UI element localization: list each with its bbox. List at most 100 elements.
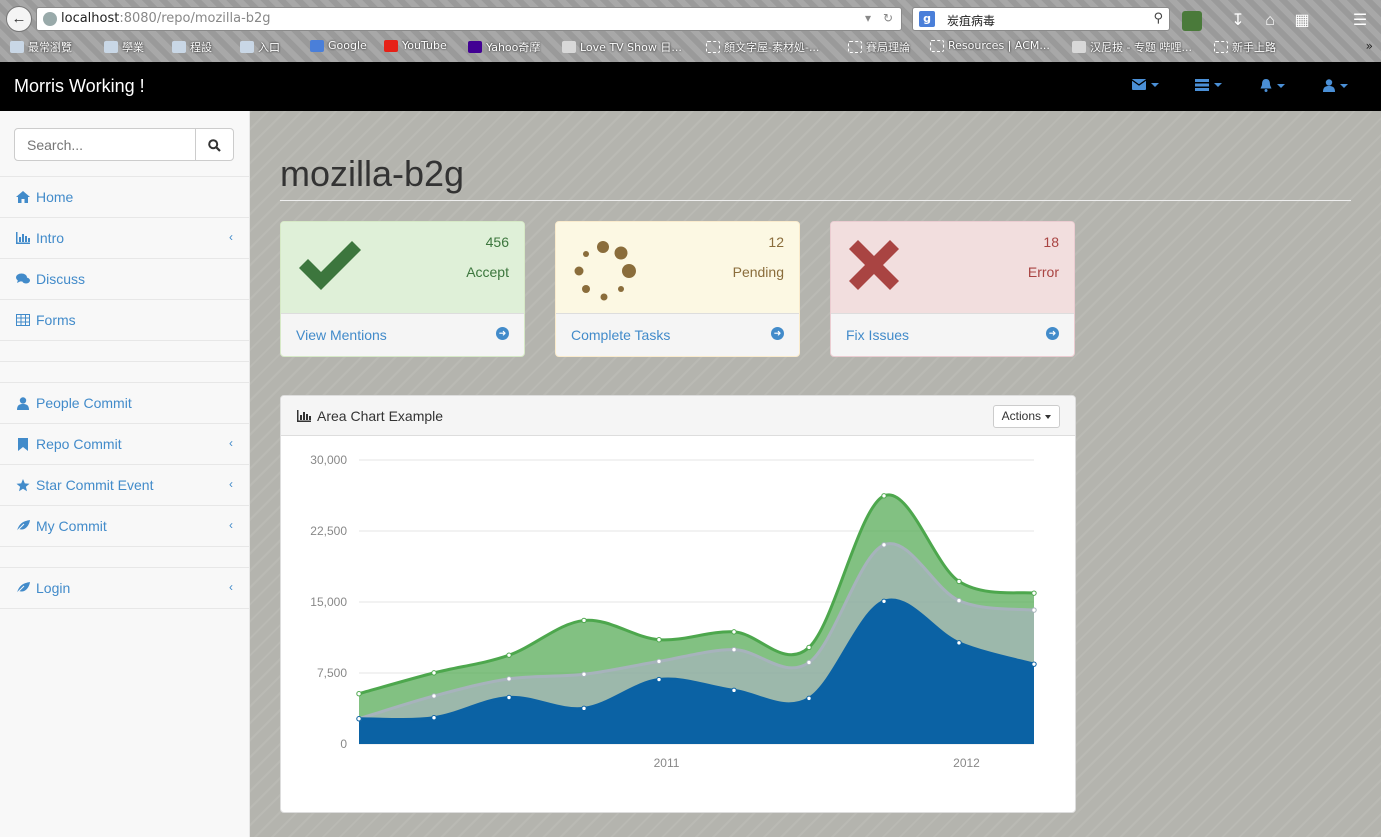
sidebar-item-label: Intro (36, 230, 65, 246)
bookmark-item[interactable]: 賽局理論 (848, 39, 910, 55)
sidebar-item-my-commit[interactable]: My Commit ‹ (0, 506, 249, 547)
chart-panel-title: Area Chart Example (297, 408, 443, 424)
bookmark-item[interactable]: 汉尼拔 - 专题 哔哩... (1072, 39, 1192, 55)
sidebar-link[interactable]: My Commit (16, 518, 107, 534)
messages-dropdown[interactable] (1132, 79, 1159, 90)
pending-label: Pending (732, 264, 784, 280)
arrow-circle-right-icon: ➜ (1046, 327, 1059, 340)
leaf-icon (16, 519, 30, 533)
bookmark-item[interactable]: YouTube (384, 39, 447, 52)
actions-dropdown-button[interactable]: Actions (992, 405, 1060, 428)
sidebar-item-label: My Commit (36, 518, 107, 534)
magnifier-icon[interactable]: ⚲ (1153, 11, 1163, 26)
area-chart-panel: Area Chart Example Actions 0 7,500 15,000 2… (280, 395, 1076, 813)
accept-panel: 456 Accept View Mentions ➜ (280, 221, 525, 357)
addon-icon[interactable] (1182, 11, 1202, 31)
sidebar-item-forms[interactable]: Forms (0, 300, 249, 341)
chart-panel-heading: Area Chart Example Actions (281, 396, 1075, 436)
sidebar-item-intro[interactable]: Intro ‹ (0, 218, 249, 259)
bookmark-item[interactable]: 入口 (240, 39, 280, 55)
view-mentions-link[interactable]: View Mentions ➜ (281, 314, 524, 356)
page-icon (706, 41, 720, 53)
arrow-circle-right-icon: ➜ (496, 327, 509, 340)
reload-icon[interactable]: ↻ (883, 11, 893, 25)
bookmark-item[interactable]: Yahoo奇摩 (468, 39, 540, 55)
panel-link-text: Fix Issues (846, 327, 910, 343)
brand-title[interactable]: Morris Working ! (14, 76, 145, 97)
data-point (956, 578, 962, 585)
sidebar-link[interactable]: People Commit (16, 395, 132, 411)
data-point (1031, 590, 1037, 596)
fix-issues-link[interactable]: Fix Issues ➜ (831, 314, 1074, 356)
address-bar[interactable]: localhost:8080/repo/mozilla-b2g ▾ ↻ (36, 7, 902, 31)
user-dropdown[interactable] (1323, 79, 1348, 92)
data-point (806, 644, 812, 651)
bookmark-item[interactable]: 顏文字屋-素材処-... (706, 39, 819, 55)
sidebar-link[interactable]: Star Commit Event (16, 477, 153, 493)
bookmark-item[interactable]: 最常瀏覽 (10, 39, 72, 55)
panel-heading: 12 Pending (556, 222, 799, 314)
y-tick-label: 30,000 (310, 453, 347, 467)
browser-search-text: 炭疽病毒 (947, 14, 996, 28)
pending-panel: 12 Pending Complete Tasks ➜ (555, 221, 800, 357)
envelope-icon (1132, 79, 1146, 90)
data-point (881, 542, 887, 548)
tasks-dropdown[interactable] (1195, 79, 1222, 91)
y-tick-label: 22,500 (310, 524, 347, 538)
data-point (431, 670, 437, 676)
sidebar-divider (0, 362, 249, 383)
bell-icon (1260, 79, 1272, 92)
search-input[interactable] (14, 128, 196, 161)
sidebar-divider (0, 547, 249, 568)
bookmark-item[interactable]: Google (310, 39, 367, 52)
bar-chart-icon (297, 410, 311, 422)
home-browser-icon[interactable]: ⌂ (1260, 11, 1280, 31)
sidebar-link[interactable]: Home (16, 189, 73, 205)
sidebar-item-label: Repo Commit (36, 436, 122, 452)
download-icon[interactable]: ↧ (1228, 11, 1248, 31)
bookmark-item[interactable]: 新手上路 (1214, 39, 1276, 55)
complete-tasks-link[interactable]: Complete Tasks ➜ (556, 314, 799, 356)
back-button[interactable]: ← (6, 6, 32, 32)
bookmark-item[interactable]: Love TV Show 日... (562, 39, 682, 55)
bookmark-item[interactable]: Resources | ACM... (930, 39, 1050, 52)
data-point (581, 617, 587, 624)
url-text: localhost:8080/repo/mozilla-b2g (61, 11, 271, 26)
folder-icon (104, 41, 118, 53)
grid-icon[interactable]: ▦ (1292, 11, 1312, 31)
page-icon (848, 41, 862, 53)
sidebar-link[interactable]: Login (16, 580, 70, 596)
sidebar-item-discuss[interactable]: Discuss (0, 259, 249, 300)
alerts-dropdown[interactable] (1260, 79, 1285, 92)
area-chart: 0 7,500 15,000 22,500 30,000 2011 2012 (310, 453, 1037, 770)
sidebar-link[interactable]: Intro (16, 230, 64, 246)
sidebar-item-star-commit-event[interactable]: Star Commit Event ‹ (0, 465, 249, 506)
data-point (656, 637, 662, 643)
search-button[interactable] (195, 128, 234, 161)
data-point (731, 629, 737, 635)
dropdown-arrow-icon[interactable]: ▾ (865, 11, 871, 25)
menu-icon[interactable]: ☰ (1350, 11, 1370, 31)
more-bookmarks-icon[interactable]: » (1366, 39, 1373, 53)
sidebar-item-label: Login (36, 580, 71, 596)
sidebar-link[interactable]: Discuss (16, 271, 85, 287)
table-icon (16, 313, 30, 327)
sidebar-item-login[interactable]: Login ‹ (0, 568, 249, 609)
globe-icon (43, 12, 57, 26)
title-divider (280, 200, 1351, 201)
bookmark-item[interactable]: 程設 (172, 39, 212, 55)
sidebar-item-repo-commit[interactable]: Repo Commit ‹ (0, 424, 249, 465)
sidebar-link[interactable]: Forms (16, 312, 76, 328)
panel-link-text: Complete Tasks (571, 327, 671, 343)
folder-icon (240, 41, 254, 53)
sidebar-item-home[interactable]: Home (0, 177, 249, 218)
sidebar-item-people-commit[interactable]: People Commit (0, 383, 249, 424)
data-point (356, 716, 362, 722)
data-point (881, 598, 887, 605)
bookmark-item[interactable]: 學業 (104, 39, 144, 55)
main-content: mozilla-b2g 456 Accept View Mentions ➜ 1… (250, 111, 1381, 837)
chevron-left-icon: ‹ (229, 436, 233, 450)
sidebar-link[interactable]: Repo Commit (16, 436, 122, 452)
browser-search-bar[interactable]: g 炭疽病毒 ⚲ (912, 7, 1170, 31)
data-point (806, 695, 812, 702)
